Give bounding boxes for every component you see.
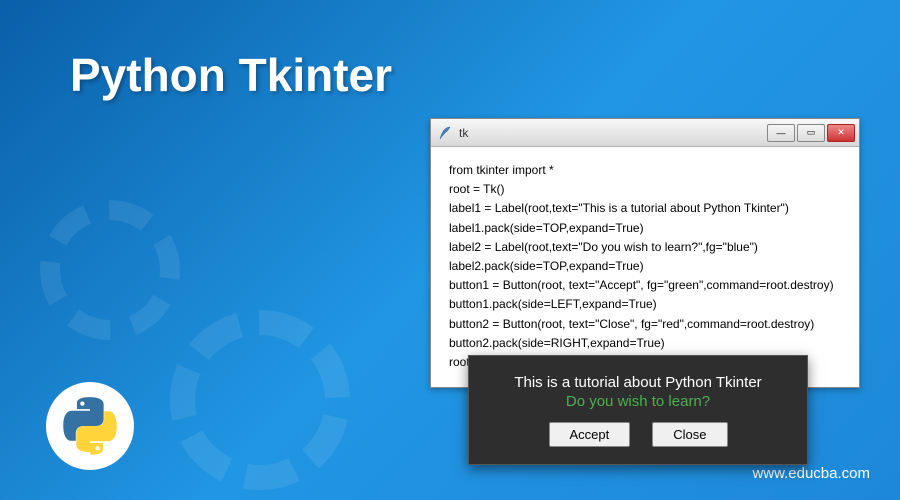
code-line: label1.pack(side=TOP,expand=True) [449, 219, 841, 238]
code-line: label2 = Label(root,text="Do you wish to… [449, 238, 841, 257]
window-controls: — ▭ ✕ [767, 124, 855, 142]
python-logo [46, 382, 134, 470]
close-button[interactable]: Close [652, 422, 727, 447]
dialog-label-1: This is a tutorial about Python Tkinter [514, 374, 761, 391]
code-line: button2.pack(side=RIGHT,expand=True) [449, 334, 841, 353]
tk-window-title: tk [459, 126, 767, 140]
code-line: root = Tk() [449, 180, 841, 199]
code-line: button1 = Button(root, text="Accept", fg… [449, 276, 841, 295]
close-button[interactable]: ✕ [827, 124, 855, 142]
code-line: from tkinter import * [449, 161, 841, 180]
minimize-button[interactable]: — [767, 124, 795, 142]
code-line: button1.pack(side=LEFT,expand=True) [449, 295, 841, 314]
code-line: label2.pack(side=TOP,expand=True) [449, 257, 841, 276]
code-line: button2 = Button(root, text="Close", fg=… [449, 315, 841, 334]
page-title: Python Tkinter [70, 48, 392, 102]
tkinter-output-dialog: This is a tutorial about Python Tkinter … [468, 355, 808, 465]
code-content: from tkinter import * root = Tk() label1… [431, 147, 859, 387]
maximize-button[interactable]: ▭ [797, 124, 825, 142]
code-line: label1 = Label(root,text="This is a tuto… [449, 199, 841, 218]
website-url: www.educba.com [752, 465, 870, 482]
background-gear-decoration [170, 310, 350, 490]
accept-button[interactable]: Accept [549, 422, 631, 447]
tk-window: tk — ▭ ✕ from tkinter import * root = Tk… [430, 118, 860, 388]
dialog-label-2: Do you wish to learn? [566, 393, 710, 410]
dialog-button-row: Accept Close [549, 422, 728, 447]
python-icon [60, 396, 120, 456]
background-gear-decoration [40, 200, 180, 340]
tk-feather-icon [437, 125, 453, 141]
tk-titlebar[interactable]: tk — ▭ ✕ [431, 119, 859, 147]
